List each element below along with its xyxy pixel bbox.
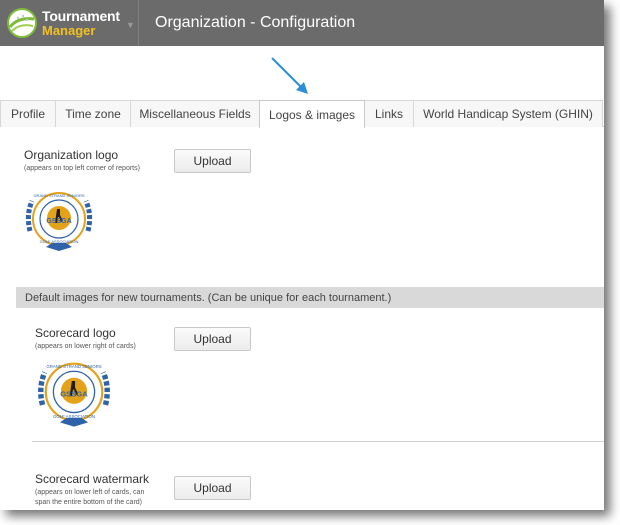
pointer-arrow-icon bbox=[271, 57, 308, 94]
scorecard-logo-upload-button[interactable]: Upload bbox=[174, 327, 251, 351]
tab-world-handicap-system[interactable]: World Handicap System (GHIN) bbox=[413, 100, 603, 127]
tab-bar: Profile Time zone Miscellaneous Fields L… bbox=[0, 100, 604, 128]
app-logo[interactable]: Tournament Manager ▼ bbox=[0, 0, 138, 46]
tab-time-zone[interactable]: Time zone bbox=[55, 100, 131, 127]
caret-down-icon[interactable]: ▼ bbox=[126, 20, 135, 30]
org-logo-section: Organization logo (appears on top left c… bbox=[24, 148, 140, 174]
tab-logos-images[interactable]: Logos & images bbox=[259, 100, 365, 128]
scorecard-logo-seal-image: GSSGA GRAND STRAND SENIORS GOLF ASSOCIAT… bbox=[38, 362, 110, 427]
seal-center-text: GSSGA bbox=[46, 218, 71, 225]
seal-center-text: GSSGA bbox=[60, 389, 88, 398]
tab-miscellaneous-fields[interactable]: Miscellaneous Fields bbox=[130, 100, 260, 127]
tab-label: Profile bbox=[11, 107, 46, 121]
seal-ring-top-text: GRAND STRAND SENIORS bbox=[33, 193, 84, 198]
defaults-section-header: Default images for new tournaments. (Can… bbox=[16, 287, 604, 308]
header-divider bbox=[138, 0, 139, 46]
golf-ball-logo-icon bbox=[7, 8, 37, 38]
org-logo-label: Organization logo bbox=[24, 148, 119, 162]
tab-label: World Handicap System (GHIN) bbox=[423, 107, 593, 121]
scorecard-watermark-section: Scorecard watermark (appears on lower le… bbox=[35, 472, 149, 508]
logo-subtitle: Manager bbox=[42, 23, 96, 38]
org-logo-seal-image: GSSGA GRAND STRAND SENIORS GOLF ASSOCIAT… bbox=[25, 192, 93, 251]
tab-links[interactable]: Links bbox=[364, 100, 414, 127]
scorecard-logo-section: Scorecard logo (appears on lower right o… bbox=[35, 326, 136, 352]
seal-ring-top-text: GRAND STRAND SENIORS bbox=[46, 364, 101, 369]
scorecard-watermark-label: Scorecard watermark bbox=[35, 472, 150, 486]
tab-label: Miscellaneous Fields bbox=[139, 107, 251, 121]
top-bar: Tournament Manager ▼ Organization - Conf… bbox=[0, 0, 604, 46]
scorecard-logo-hint: (appears on lower right of cards) bbox=[35, 343, 136, 350]
scorecard-logo-label: Scorecard logo bbox=[35, 326, 116, 340]
tab-label: Links bbox=[375, 107, 404, 121]
scorecard-watermark-hint-line1: (appears on lower left of cards, can bbox=[35, 489, 145, 496]
page-title: Organization - Configuration bbox=[155, 14, 356, 31]
section-divider bbox=[32, 441, 604, 442]
org-logo-hint: (appears on top left corner of reports) bbox=[24, 165, 140, 172]
tab-label: Logos & images bbox=[268, 107, 356, 122]
app-window: Tournament Manager ▼ Organization - Conf… bbox=[0, 0, 604, 510]
logo-title: Tournament bbox=[42, 8, 120, 24]
org-logo-upload-button[interactable]: Upload bbox=[174, 149, 251, 173]
tab-profile[interactable]: Profile bbox=[0, 100, 56, 127]
tab-label: Time zone bbox=[65, 107, 121, 121]
scorecard-watermark-upload-button[interactable]: Upload bbox=[174, 476, 251, 500]
scorecard-watermark-hint-line2: span the entire bottom of the card) bbox=[35, 499, 143, 506]
